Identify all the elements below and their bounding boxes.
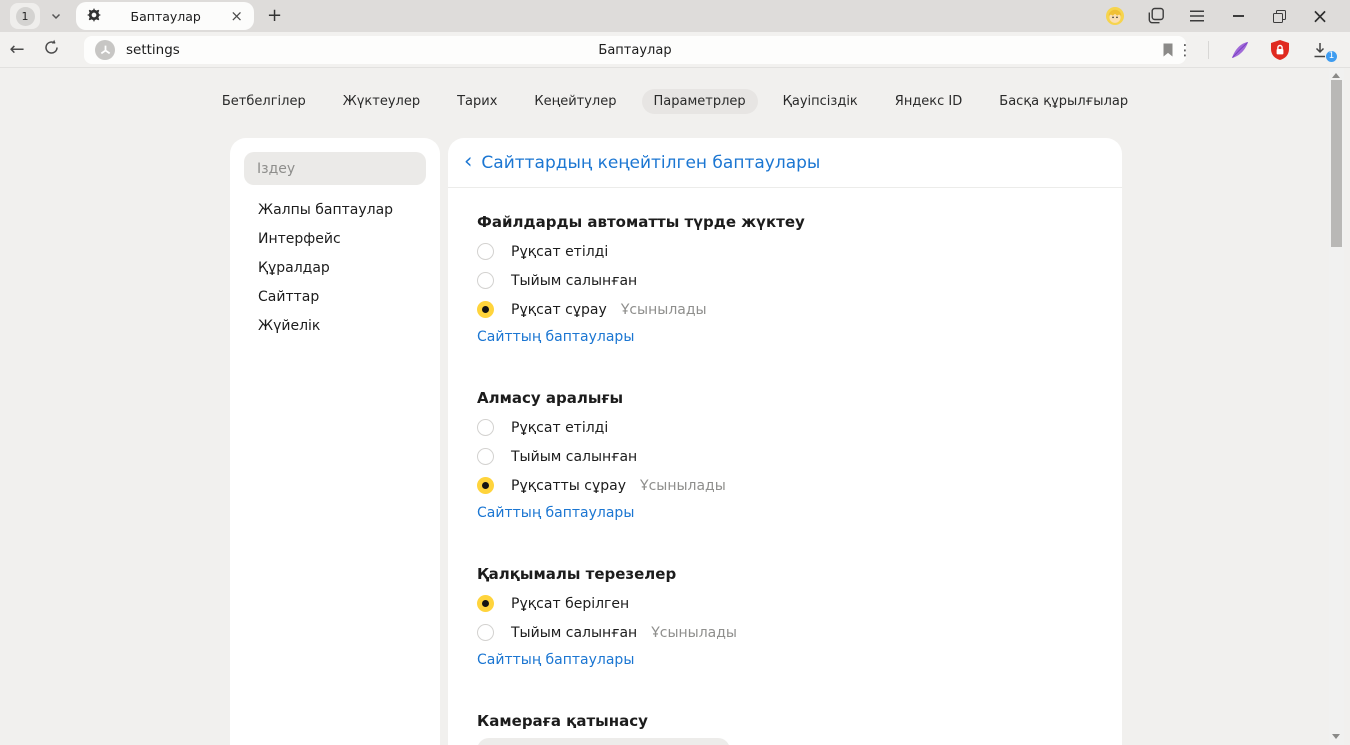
camera-device-dropdown[interactable]: ov9734_azurewave_camera Алдыңғы (477, 738, 730, 745)
window-minimize-button[interactable] (1229, 7, 1247, 25)
side-panels-icon[interactable] (1147, 7, 1165, 25)
downloads-button[interactable]: 1 (1308, 42, 1332, 58)
settings-nav-tabs: Бетбелгілер Жүктеулер Тарих Кеңейтулер П… (0, 68, 1350, 114)
recommended-badge: Ұсынылады (640, 478, 726, 494)
reload-button[interactable] (34, 39, 68, 61)
section-heading: Камераға қатынасу (477, 712, 1093, 730)
settings-main-panel: ‹ Сайттардың кеңейтілген баптаулары Файл… (448, 138, 1122, 745)
tab-downloads[interactable]: Жүктеулер (331, 89, 432, 114)
page-scrollbar[interactable] (1329, 68, 1344, 745)
radio-selected-icon[interactable] (477, 477, 494, 494)
settings-sidebar: Жалпы баптаулар Интерфейс Құралдар Сайтт… (230, 138, 440, 745)
download-count-badge: 1 (1325, 50, 1338, 63)
sidebar-menu: Жалпы баптаулар Интерфейс Құралдар Сайтт… (230, 196, 440, 341)
search-input[interactable] (257, 161, 413, 177)
section-auto-download: Файлдарды автоматты түрде жүктеу Рұқсат … (477, 213, 1093, 349)
gear-icon (87, 7, 101, 26)
option-label: Тыйым салынған (511, 625, 637, 641)
browser-toolbar: ← settings Баптаулар ⋮ 1 (0, 32, 1350, 68)
scrollbar-thumb[interactable] (1331, 80, 1342, 247)
radio-unselected-icon[interactable] (477, 624, 494, 641)
tab-security[interactable]: Қауіпсіздік (771, 89, 870, 114)
url-text: settings (126, 42, 180, 58)
option-label: Рұқсат етілді (511, 244, 608, 260)
back-button[interactable]: ← (0, 39, 34, 60)
tab-bookmarks[interactable]: Бетбелгілер (210, 89, 318, 114)
back-chevron-icon[interactable]: ‹ (464, 151, 472, 172)
sidebar-item-sites[interactable]: Сайттар (230, 283, 440, 312)
protect-shield-icon[interactable] (1268, 40, 1292, 60)
tab-count: 1 (16, 7, 35, 26)
sidebar-item-general[interactable]: Жалпы баптаулар (230, 196, 440, 225)
radio-unselected-icon[interactable] (477, 419, 494, 436)
chevron-down-icon (50, 7, 62, 26)
window-restore-button[interactable] (1270, 7, 1288, 25)
recommended-badge: Ұсынылады (651, 625, 737, 641)
tab-extensions[interactable]: Кеңейтулер (522, 89, 628, 114)
browser-tab-settings[interactable]: Баптаулар × (76, 2, 254, 30)
section-page-title[interactable]: Сайттардың кеңейтілген баптаулары (481, 153, 820, 173)
browser-tab-bar: 1 Баптаулар × + × (0, 0, 1350, 32)
scroll-down-arrow-icon[interactable] (1332, 734, 1340, 739)
radio-selected-icon[interactable] (477, 595, 494, 612)
section-camera-access: Камераға қатынасу ov9734_azurewave_camer… (477, 712, 1093, 745)
tab-yandex-id[interactable]: Яндекс ID (883, 89, 975, 114)
section-clipboard: Алмасу аралығы Рұқсат етілді Тыйым салын… (477, 389, 1093, 525)
radio-option-allowed[interactable]: Рұқсат етілді (477, 413, 1093, 442)
settings-page: Бетбелгілер Жүктеулер Тарих Кеңейтулер П… (0, 68, 1350, 745)
radio-option-blocked[interactable]: Тыйым салынған Ұсынылады (477, 618, 1093, 647)
reload-icon (43, 39, 60, 61)
site-settings-link[interactable]: Сайттың баптаулары (477, 505, 634, 525)
tab-list-chevron-button[interactable] (43, 7, 69, 26)
new-tab-button[interactable]: + (267, 7, 282, 25)
option-label: Рұқсатты сұрау (511, 478, 626, 494)
address-bar[interactable]: settings Баптаулар (84, 36, 1186, 64)
section-heading: Файлдарды автоматты түрде жүктеу (477, 213, 1093, 231)
radio-option-blocked[interactable]: Тыйым салынған (477, 442, 1093, 471)
advanced-site-settings-header[interactable]: ‹ Сайттардың кеңейтілген баптаулары (448, 138, 1122, 188)
tab-settings[interactable]: Параметрлер (642, 89, 758, 114)
tab-title: Баптаулар (101, 9, 230, 24)
section-heading: Алмасу аралығы (477, 389, 1093, 407)
site-favicon-icon (95, 40, 115, 60)
toolbar-divider (1208, 41, 1209, 59)
tab-other-devices[interactable]: Басқа құрылғылар (987, 89, 1140, 114)
option-label: Рұқсат берілген (511, 596, 629, 612)
radio-option-ask[interactable]: Рұқсат сұрау Ұсынылады (477, 295, 1093, 324)
recommended-badge: Ұсынылады (621, 302, 707, 318)
radio-option-allowed[interactable]: Рұқсат етілді (477, 237, 1093, 266)
menu-hamburger-icon[interactable] (1188, 7, 1206, 25)
back-arrow-icon: ← (9, 39, 24, 60)
sidebar-item-interface[interactable]: Интерфейс (230, 225, 440, 254)
sidebar-search[interactable] (244, 152, 426, 185)
radio-unselected-icon[interactable] (477, 272, 494, 289)
section-heading: Қалқымалы терезелер (477, 565, 1093, 583)
radio-option-allowed[interactable]: Рұқсат берілген (477, 589, 1093, 618)
option-label: Тыйым салынған (511, 449, 637, 465)
section-popups: Қалқымалы терезелер Рұқсат берілген Тыйы… (477, 565, 1093, 672)
tab-counter-button[interactable]: 1 (10, 3, 40, 29)
sidebar-item-system[interactable]: Жүйелік (230, 312, 440, 341)
option-label: Рұқсат етілді (511, 420, 608, 436)
minimize-icon (1233, 15, 1244, 17)
radio-unselected-icon[interactable] (477, 243, 494, 260)
kebab-menu-icon[interactable]: ⋮ (1173, 41, 1197, 59)
option-label: Тыйым салынған (511, 273, 637, 289)
feather-extension-icon[interactable] (1228, 40, 1252, 60)
tab-history[interactable]: Тарих (445, 89, 509, 114)
sidebar-item-tools[interactable]: Құралдар (230, 254, 440, 283)
radio-unselected-icon[interactable] (477, 448, 494, 465)
radio-option-ask[interactable]: Рұқсатты сұрау Ұсынылады (477, 471, 1093, 500)
site-settings-link[interactable]: Сайттың баптаулары (477, 329, 634, 349)
window-close-button[interactable]: × (1311, 7, 1329, 25)
profile-avatar[interactable] (1106, 7, 1124, 25)
radio-selected-icon[interactable] (477, 301, 494, 318)
tab-close-icon[interactable]: × (230, 9, 243, 24)
page-title: Баптаулар (84, 43, 1186, 58)
site-settings-link[interactable]: Сайттың баптаулары (477, 652, 634, 672)
scroll-up-arrow-icon[interactable] (1332, 73, 1340, 78)
radio-option-blocked[interactable]: Тыйым салынған (477, 266, 1093, 295)
option-label: Рұқсат сұрау (511, 302, 607, 318)
